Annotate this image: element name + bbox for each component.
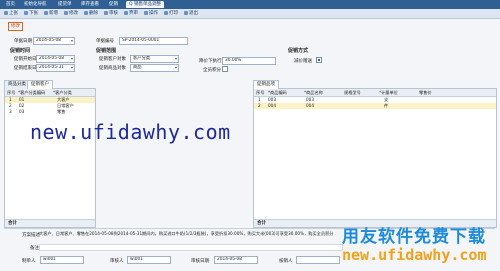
col-header-name[interactable]: *客户分类: [53, 89, 72, 96]
table-cell[interactable]: 零售: [57, 109, 65, 115]
exit-button[interactable]: 退出: [184, 10, 198, 17]
delete-icon: [84, 10, 88, 15]
tab-promo-items[interactable]: 促销品项: [253, 80, 279, 89]
prev-button[interactable]: 上张: [4, 10, 18, 17]
doc-date-label: 单据日期: [14, 39, 32, 44]
tab-home[interactable]: 首页: [3, 1, 18, 8]
audit-date-label: 审核日期: [191, 259, 209, 264]
col-header-price[interactable]: 零售价: [419, 89, 432, 96]
chevron-down-icon[interactable]: ▾: [175, 56, 177, 62]
calendar-icon[interactable]: ▾: [71, 56, 73, 62]
discount-gift-label: 减价赠送: [294, 59, 312, 64]
check-icon: [104, 10, 108, 15]
col-header-unit[interactable]: *计量单位: [379, 89, 398, 96]
chevron-down-icon[interactable]: ▾: [175, 65, 177, 71]
col-header-no[interactable]: 序号: [7, 89, 15, 96]
tab-promo-customer[interactable]: 促销客户: [27, 80, 53, 89]
maker-field[interactable]: wi001: [40, 256, 84, 264]
description-label: 方案描述: [22, 233, 40, 238]
operate-button[interactable]: 操作: [144, 10, 158, 17]
tab-strip: 首页 初始化导航 提货单 库存查看 促销 Q 销售单品调整: [0, 0, 500, 9]
doc-no-field[interactable]: SP-2014-05-0001: [119, 37, 188, 45]
approve-button[interactable]: 审核: [104, 10, 118, 17]
col-header-spec[interactable]: 规格型号: [344, 89, 361, 96]
plus-icon: [44, 10, 48, 15]
remark-field[interactable]: [39, 244, 343, 251]
toolbar: 上张 下张 新增 修改 删除 审核 弃审 操作 打印 退出: [0, 9, 500, 19]
customer-object-label: 促销客户对象: [99, 57, 126, 62]
down-arrow-icon: [24, 10, 28, 15]
time-group-title: 促销时间: [10, 48, 31, 54]
range-group-title: 促销范围: [96, 48, 117, 54]
col-header-goods-code[interactable]: *商品编码: [268, 89, 287, 96]
table-row[interactable]: 2: [258, 103, 261, 109]
new-button[interactable]: 新增: [44, 10, 58, 17]
print-button[interactable]: 打印: [164, 10, 178, 17]
price-ratio-label: 降价下执行: [199, 59, 222, 64]
tab-sales-adjust[interactable]: Q 销售单品调整: [126, 1, 164, 8]
all-points-label: 全员积分: [203, 68, 221, 73]
tab-pickup[interactable]: 提货单: [55, 1, 75, 8]
description-text[interactable]: 大客户、日常客户、零售在2014-05-08到2014-05-31期间内，购买进…: [39, 230, 344, 238]
table-cell[interactable]: 004: [306, 103, 314, 109]
goods-object-label: 促销商品对象: [99, 66, 126, 71]
left-grid-total: 合计: [5, 219, 95, 227]
gear-icon: [144, 10, 148, 15]
edit-icon: [64, 10, 68, 15]
tab-promo[interactable]: 促销: [106, 1, 121, 8]
next-button[interactable]: 下张: [24, 10, 38, 17]
customer-object-select[interactable]: 客户分类 ▾: [130, 55, 179, 63]
discount-gift-checkbox[interactable]: [316, 57, 322, 63]
goods-object-select[interactable]: 商品 ▾: [130, 64, 179, 72]
printer-icon: [164, 10, 168, 15]
table-cell[interactable]: 004: [268, 103, 276, 109]
audit-date-field[interactable]: 2014-05-08: [214, 256, 258, 264]
end-date-field[interactable]: 2014-05-31 ▾: [36, 64, 75, 72]
goods-grid: 促销品项 序号 *商品编码 *商品名称 规格型号 *计量单位 零售价 1 003…: [253, 80, 497, 228]
closer-field[interactable]: [296, 256, 340, 264]
doc-no-label: 单据编号: [96, 39, 114, 44]
remark-label: 备注: [30, 246, 39, 251]
auditor-label: 审核人: [110, 259, 124, 264]
start-date-field[interactable]: 2014-05-08 ▾: [36, 55, 75, 63]
col-header-goods-name[interactable]: *商品名称: [304, 89, 323, 96]
auditor-field[interactable]: wi001: [127, 256, 171, 264]
exit-icon: [184, 10, 188, 15]
unapprove-button[interactable]: 弃审: [124, 10, 138, 17]
delete-button[interactable]: 删除: [84, 10, 98, 17]
col-header-code[interactable]: *客户分类编码: [18, 89, 45, 96]
customer-grid: 商品分类 促销客户 序号 *客户分类编码 *客户分类 1 01 大客户 2 02…: [4, 80, 96, 228]
price-ratio-field[interactable]: 30.00%: [222, 57, 276, 65]
watermark-url: new.ufidawhy.com: [30, 120, 231, 144]
closer-label: 核销人: [279, 259, 293, 264]
edit-button[interactable]: 修改: [64, 10, 78, 17]
all-points-checkbox[interactable]: [222, 66, 228, 72]
tab-init-nav[interactable]: 初始化导航: [21, 1, 50, 8]
up-arrow-icon: [4, 10, 8, 15]
method-group-title: 促销方式: [288, 48, 309, 54]
watermark-url-orange: new.ufidawhy.com: [342, 246, 487, 264]
calendar-icon[interactable]: ▾: [71, 38, 73, 44]
calendar-icon[interactable]: ▾: [71, 65, 73, 71]
table-cell[interactable]: 件: [384, 103, 388, 109]
col-header-no[interactable]: 序号: [256, 89, 264, 96]
tab-stock[interactable]: 库存查看: [78, 1, 102, 8]
undo-icon: [124, 10, 128, 15]
maker-label: 制单人: [22, 259, 36, 264]
watermark-chinese: 用友软件免费下载: [342, 227, 486, 247]
table-row[interactable]: 3: [9, 109, 12, 115]
table-cell[interactable]: 03: [19, 109, 24, 115]
doc-date-field[interactable]: 2014-05-08 ▾: [33, 37, 75, 45]
edit-mode-badge: 修改: [8, 22, 23, 31]
